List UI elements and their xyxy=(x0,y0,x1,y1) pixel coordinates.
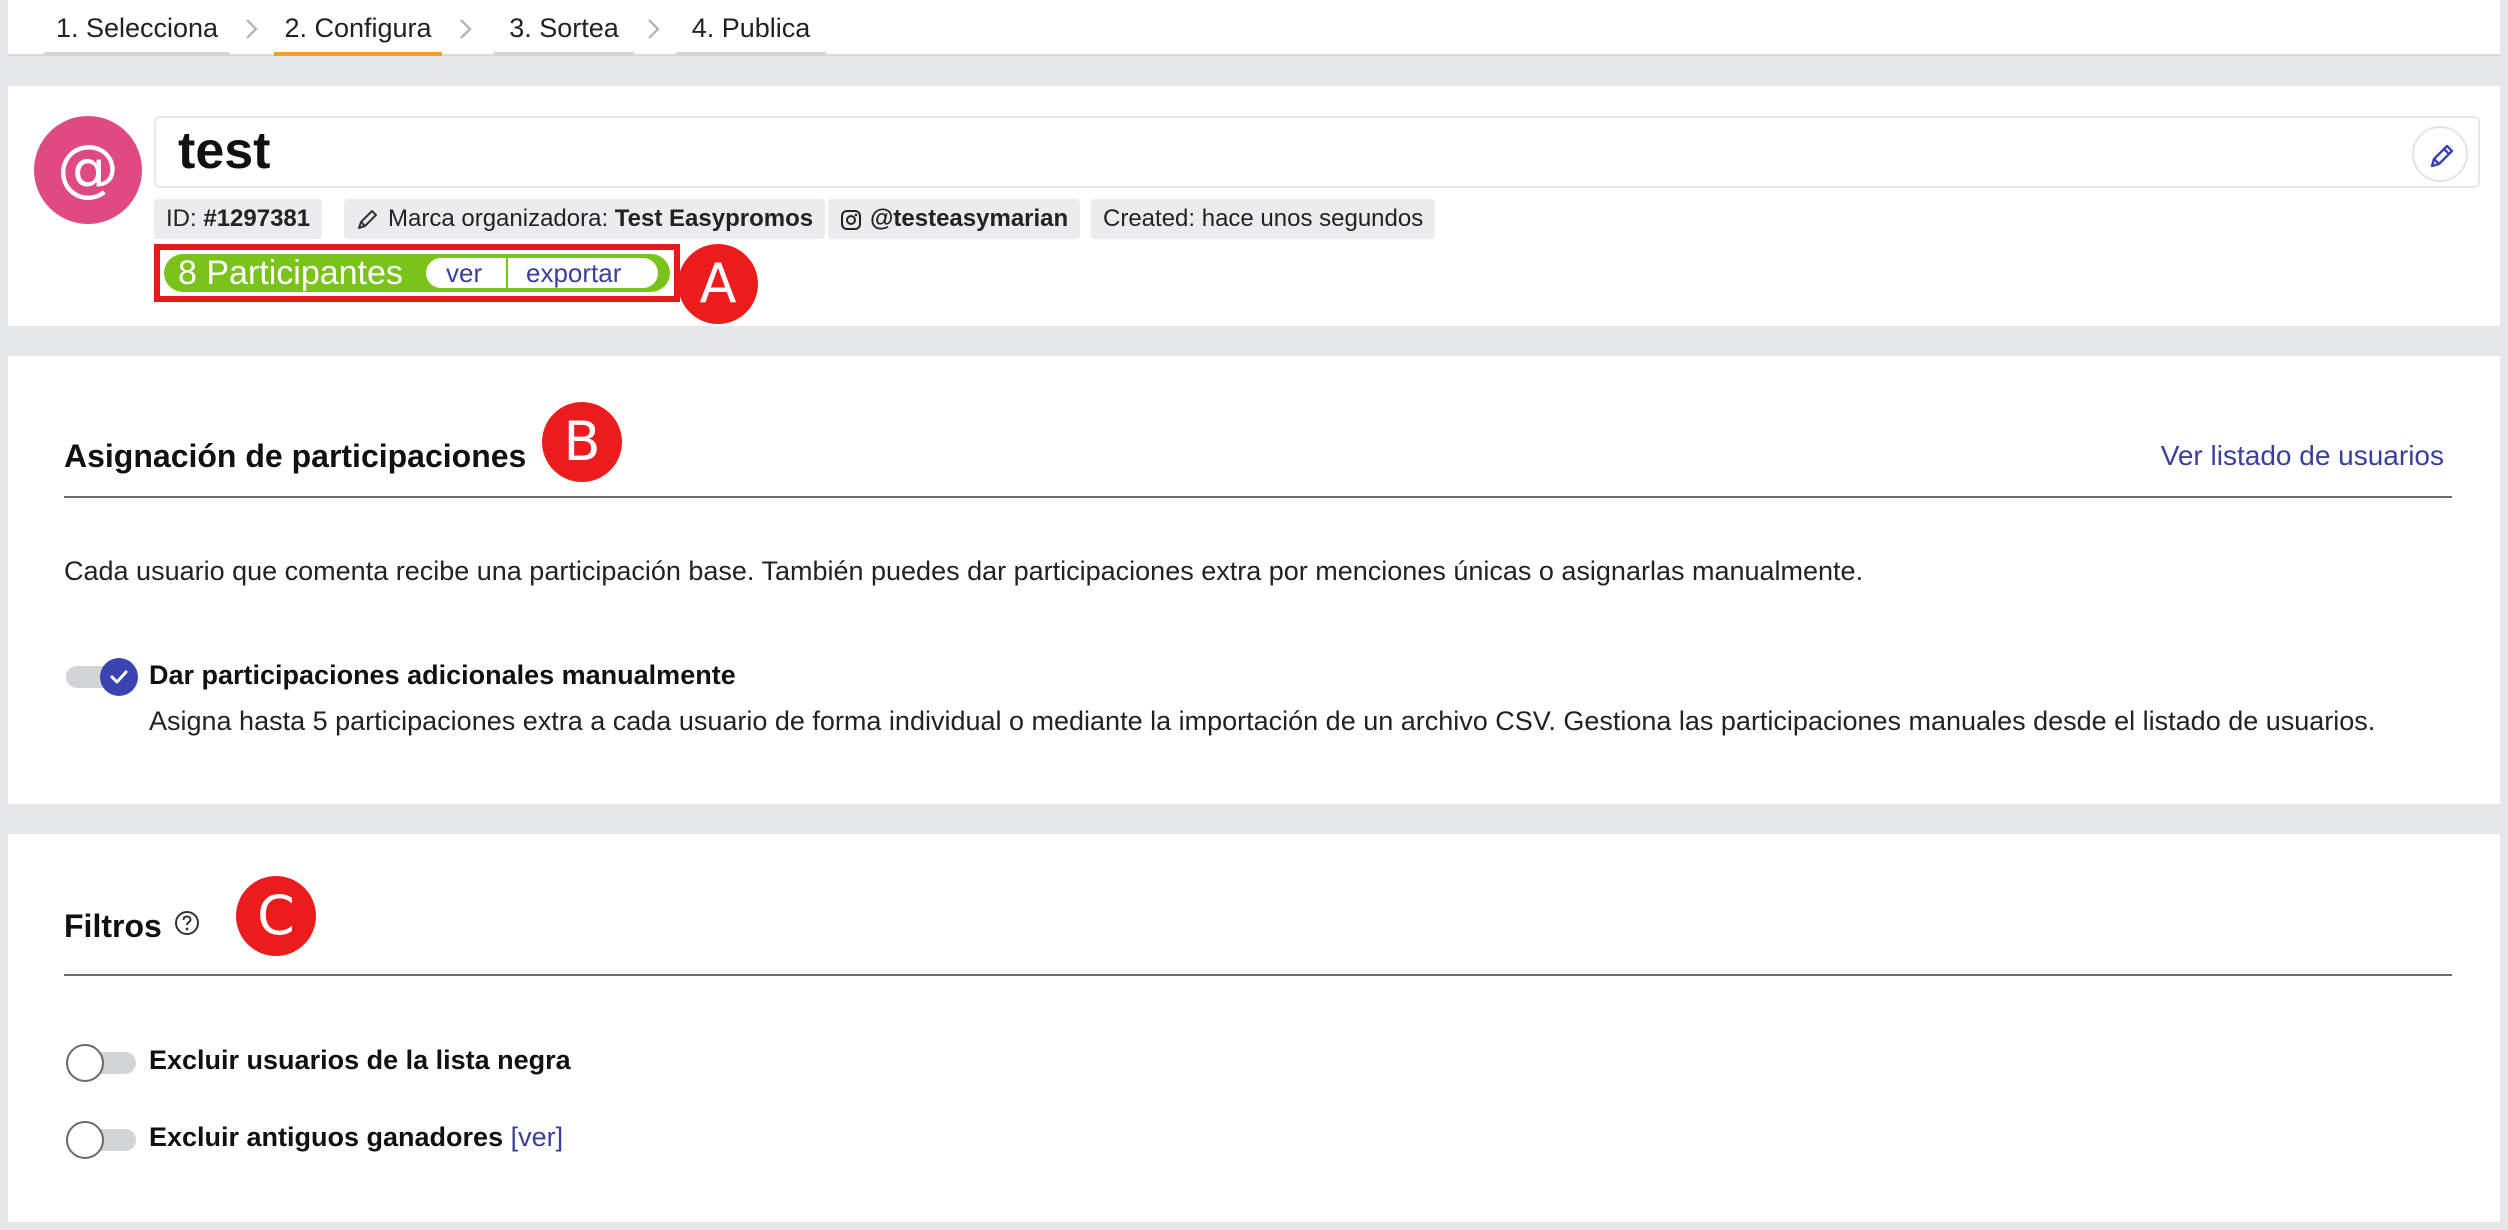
title-field[interactable]: test xyxy=(154,116,2480,188)
annotation-marker-b: B xyxy=(542,402,622,482)
promotion-title: test xyxy=(178,122,271,180)
divider xyxy=(506,258,508,288)
instagram-account-badge: @testeasymarian xyxy=(828,199,1081,239)
section-title: Asignación de participaciones xyxy=(64,438,527,474)
created-badge: Created: hace unos segundos xyxy=(1091,199,1436,239)
manual-participations-toggle[interactable] xyxy=(66,658,138,696)
id-badge: ID: #1297381 xyxy=(154,199,323,239)
help-icon[interactable] xyxy=(174,910,200,936)
view-past-winners-link[interactable]: [ver] xyxy=(511,1122,564,1152)
step-configure[interactable]: 2. Configura xyxy=(274,0,442,56)
divider xyxy=(64,974,2452,976)
toggle-knob xyxy=(100,658,138,696)
section-title: Filtros xyxy=(64,908,162,944)
wizard-stepper: 1. Selecciona 2. Configura 3. Sortea 4. … xyxy=(8,0,2500,56)
edit-title-button[interactable] xyxy=(2412,126,2468,182)
promotion-header: @ test ID: #1297381 Marca organizadora: … xyxy=(8,86,2500,326)
exclude-past-winners-label: Excluir antiguos ganadores [ver] xyxy=(149,1122,564,1152)
step-publish[interactable]: 4. Publica xyxy=(676,0,826,56)
filters-section: Filtros C Excluir usuarios de la lista n… xyxy=(8,834,2500,1222)
chevron-right-icon xyxy=(648,19,660,39)
pencil-icon xyxy=(2430,144,2454,168)
annotation-marker-c: C xyxy=(236,876,316,956)
pencil-icon xyxy=(358,210,377,229)
assignment-section: Asignación de participaciones B Ver list… xyxy=(8,356,2500,804)
toggle-label: Dar participaciones adicionales manualme… xyxy=(149,660,736,690)
chevron-right-icon xyxy=(460,19,472,39)
exclude-blacklist-toggle[interactable] xyxy=(66,1044,136,1082)
participants-pill: 8 Participantes ver exportar xyxy=(164,254,670,292)
participants-actions: ver exportar xyxy=(426,258,658,288)
export-participants-link[interactable]: exportar xyxy=(526,258,621,288)
toggle-help-text: Asigna hasta 5 participaciones extra a c… xyxy=(149,706,2376,736)
exclude-blacklist-label: Excluir usuarios de la lista negra xyxy=(149,1045,571,1075)
check-icon xyxy=(110,670,128,684)
view-user-list-link[interactable]: Ver listado de usuarios xyxy=(2161,440,2444,472)
step-select[interactable]: 1. Selecciona xyxy=(44,0,230,56)
section-description: Cada usuario que comenta recibe una part… xyxy=(64,556,1864,586)
brand-badge: Marca organizadora: Test Easypromos xyxy=(344,199,826,239)
step-draw[interactable]: 3. Sortea xyxy=(494,0,634,56)
instagram-icon xyxy=(841,210,861,230)
avatar: @ xyxy=(34,116,142,224)
toggle-knob xyxy=(66,1044,104,1082)
divider xyxy=(64,496,2452,498)
toggle-knob xyxy=(66,1121,104,1159)
chevron-right-icon xyxy=(246,19,258,39)
exclude-past-winners-toggle[interactable] xyxy=(66,1121,136,1159)
participants-highlight: 8 Participantes ver exportar xyxy=(154,244,680,302)
view-participants-link[interactable]: ver xyxy=(446,258,482,288)
participants-count: 8 Participantes xyxy=(178,254,403,292)
annotation-marker-a: A xyxy=(678,244,758,324)
